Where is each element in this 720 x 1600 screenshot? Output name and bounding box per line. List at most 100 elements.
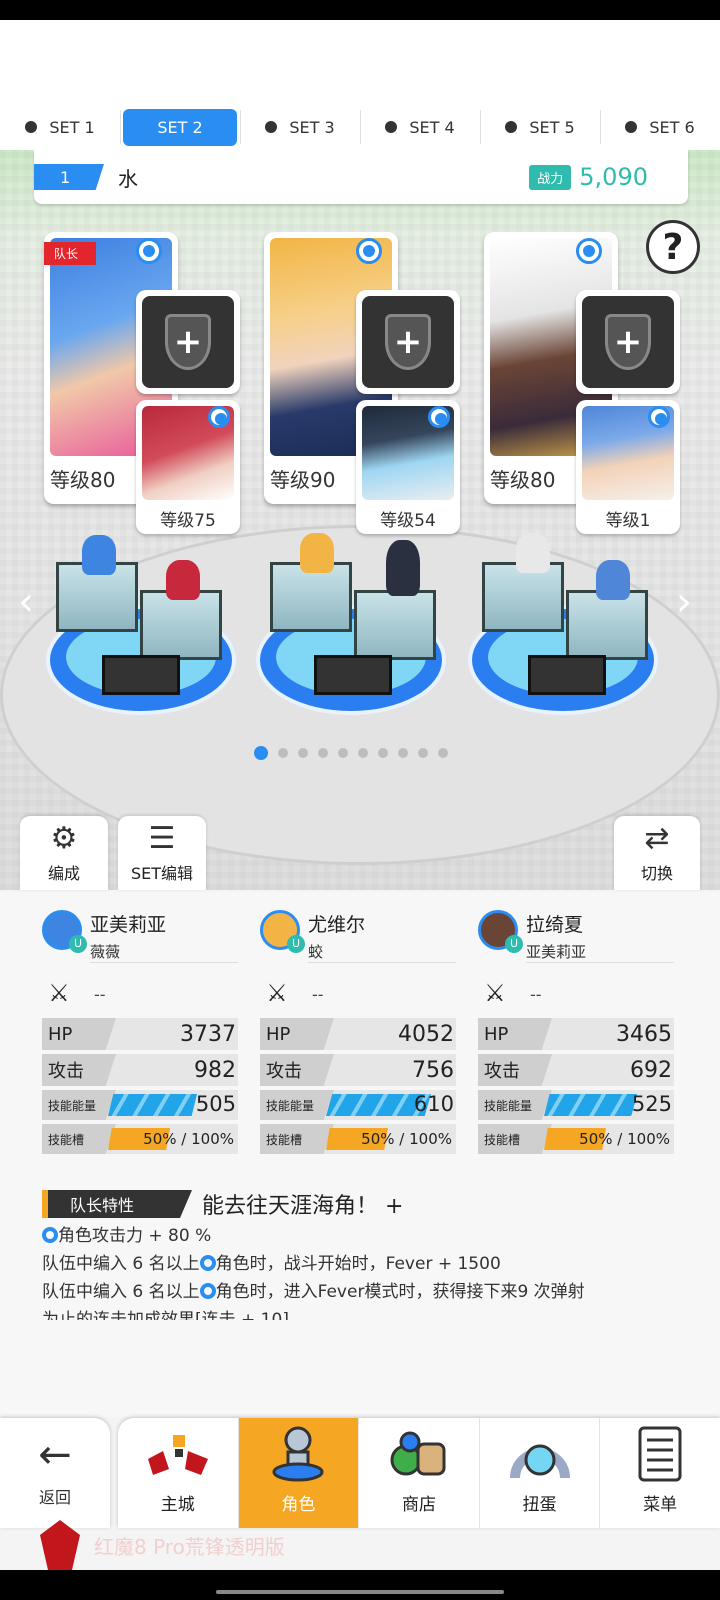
add-weapon-icon: + — [165, 314, 211, 370]
page-indicator — [254, 746, 448, 760]
system-nav-bar — [0, 1570, 720, 1600]
town-icon — [118, 1418, 238, 1490]
avatar[interactable]: U — [260, 910, 305, 953]
page-dot[interactable] — [438, 748, 448, 758]
sword-shield-icon: ⚔ — [266, 979, 288, 1007]
page-dot[interactable] — [298, 748, 308, 758]
formation-button[interactable]: ⚙ 编成 — [20, 816, 108, 890]
pixel-sprite — [82, 535, 116, 575]
element-badge: U — [505, 935, 523, 953]
swap-icon: ⇄ — [644, 820, 670, 856]
energy-bar — [544, 1094, 637, 1116]
weapon-slot-empty[interactable]: + — [356, 290, 460, 394]
nav-character[interactable]: 角色 — [237, 1418, 359, 1528]
page-dot[interactable] — [398, 748, 408, 758]
select-indicator-icon[interactable] — [576, 238, 602, 264]
leader-badge: 队长 — [44, 242, 97, 265]
set-edit-button[interactable]: ☰ SET编辑 — [118, 816, 206, 890]
next-arrow-icon[interactable]: › — [676, 582, 694, 622]
hp-row: HP 3465 — [478, 1018, 674, 1050]
select-indicator-icon[interactable] — [428, 406, 450, 428]
select-indicator-icon[interactable] — [208, 406, 230, 428]
tab-set-4[interactable]: SET 4 — [360, 104, 480, 150]
pixel-sprite — [596, 560, 630, 600]
weapon-slot-empty[interactable]: + — [136, 290, 240, 394]
select-indicator-icon[interactable] — [648, 406, 670, 428]
weapon-row[interactable]: ⚔ -- — [260, 974, 456, 1014]
pixel-sprite — [386, 540, 420, 596]
character-name: 亚美莉亚 — [90, 914, 167, 936]
team-power: 战力 5,090 — [529, 163, 648, 191]
weapon-row[interactable]: ⚔ -- — [42, 974, 238, 1014]
back-button[interactable]: ← 返回 — [0, 1418, 110, 1528]
add-weapon-icon: + — [605, 314, 651, 370]
pixel-tile — [528, 655, 606, 695]
brand-logo-icon — [40, 1520, 80, 1570]
select-indicator-icon[interactable] — [356, 238, 382, 264]
set-dot-icon — [265, 121, 278, 133]
nav-town[interactable]: 主城 — [118, 1418, 238, 1528]
page-dot[interactable] — [278, 748, 288, 758]
page-dot[interactable] — [358, 748, 368, 758]
leader-skill-line: 队伍中编入 6 名以上 角色时，进入Fever模式时，获得接下来9 次弹射 — [42, 1282, 585, 1302]
list-icon: ☰ — [148, 820, 176, 856]
element-ring-icon — [42, 1227, 58, 1243]
character-icon — [239, 1418, 359, 1490]
select-indicator-icon[interactable] — [136, 238, 162, 264]
skill-slot-row: 技能槽 50% / 100% — [42, 1124, 238, 1154]
pixel-sprite — [166, 560, 200, 600]
prev-arrow-icon[interactable]: ‹ — [18, 582, 36, 622]
weapon-row[interactable]: ⚔ -- — [478, 974, 674, 1014]
page-dot[interactable] — [338, 748, 348, 758]
avatar[interactable]: U — [478, 910, 523, 953]
top-area — [0, 20, 720, 104]
team-header: 1 水 战力 5,090 — [34, 150, 688, 204]
weapon-slot-empty[interactable]: + — [576, 290, 680, 394]
page-dot[interactable] — [418, 748, 428, 758]
element-badge: U — [287, 935, 305, 953]
gacha-icon — [480, 1418, 600, 1490]
character-name: 尤维尔 — [308, 914, 366, 936]
team-number: 1 — [34, 164, 104, 190]
attack-row: 攻击 692 — [478, 1054, 674, 1086]
pixel-block — [140, 590, 222, 660]
pixel-block — [354, 590, 436, 660]
tab-set-2[interactable]: SET 2 — [120, 104, 240, 150]
skill-energy-row: 技能能量 610 — [260, 1090, 456, 1120]
switch-button[interactable]: ⇄ 切换 — [614, 816, 700, 890]
pixel-tile — [102, 655, 180, 695]
page-dot[interactable] — [378, 748, 388, 758]
page-dot[interactable] — [254, 746, 268, 760]
skill-slot-row: 技能槽 50% / 100% — [478, 1124, 674, 1154]
nav-shop[interactable]: 商店 — [358, 1418, 479, 1528]
party-slot-2: 等级90 + 等级54 — [264, 232, 464, 534]
tab-set-6[interactable]: SET 6 — [600, 104, 720, 150]
tab-set-3[interactable]: SET 3 — [240, 104, 360, 150]
avatar[interactable]: U — [42, 910, 87, 953]
skill-energy-row: 技能能量 505 — [42, 1090, 238, 1120]
skill-slot-row: 技能槽 50% / 100% — [260, 1124, 456, 1154]
sword-shield-icon: ⚔ — [48, 979, 70, 1007]
home-indicator[interactable] — [216, 1590, 504, 1594]
set-dot-icon — [505, 121, 518, 133]
character-stats-1: U 亚美莉亚 薇薇 ⚔ -- HP 3737 攻击 982 技能能量 505 技能槽 50… — [42, 910, 238, 1154]
leader-skill-title: 能去往天涯海角！ + — [202, 1194, 404, 1219]
leader-skill-tag: 队长特性 — [42, 1190, 192, 1218]
pixel-sprite — [300, 533, 334, 573]
tab-set-1[interactable]: SET 1 — [0, 104, 120, 150]
nav-gacha[interactable]: 扭蛋 — [478, 1418, 600, 1528]
team-name[interactable]: 水 — [118, 163, 138, 192]
sword-shield-icon: ⚔ — [484, 979, 506, 1007]
tab-set-5[interactable]: SET 5 — [480, 104, 600, 150]
pixel-sprite — [516, 533, 550, 573]
element-ring-icon — [199, 1283, 216, 1299]
leader-skill-line: 队伍中编入 6 名以上 角色时，战斗开始时，Fever + 1500 — [42, 1254, 501, 1274]
set-dot-icon — [385, 121, 398, 133]
character-subname: 亚美莉亚 — [526, 943, 587, 961]
page-dot[interactable] — [318, 748, 328, 758]
character-subname: 薇薇 — [90, 943, 121, 961]
leader-skill-header[interactable]: 队长特性 能去往天涯海角！ + — [42, 1188, 403, 1220]
nav-menu[interactable]: 菜单 — [599, 1418, 720, 1528]
hp-row: HP 4052 — [260, 1018, 456, 1050]
energy-bar — [108, 1094, 197, 1116]
